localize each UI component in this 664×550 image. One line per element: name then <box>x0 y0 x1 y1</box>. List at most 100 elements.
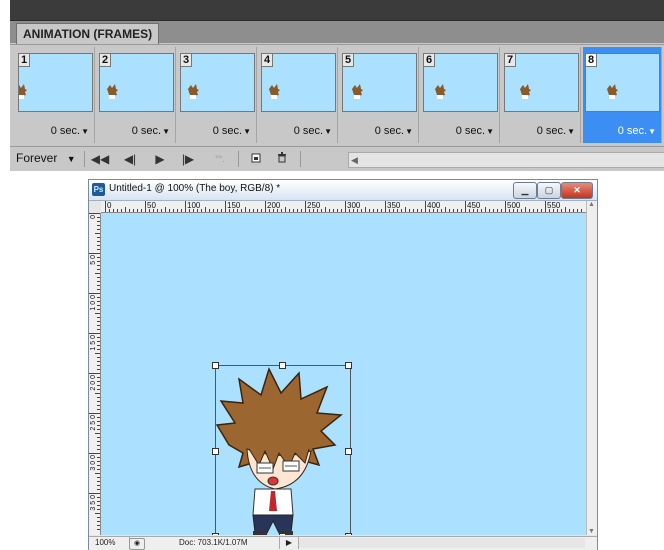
animation-frame[interactable]: 7 0 sec.▼ <box>502 47 581 143</box>
ruler-tick <box>97 257 100 258</box>
boy-thumbnail-icon <box>435 84 446 99</box>
frame-number: 7 <box>504 53 516 67</box>
ruler-label: 1 5 0 <box>90 335 97 351</box>
ruler-tick <box>221 209 222 212</box>
ruler-tick <box>497 209 498 212</box>
animation-frame-selected[interactable]: 8 0 sec.▼ <box>583 47 662 143</box>
canvas[interactable] <box>101 213 587 535</box>
loop-options-select[interactable]: Forever ▼ <box>16 151 76 165</box>
ruler-label: 2 0 0 <box>90 375 97 391</box>
maximize-button[interactable]: ▢ <box>537 182 561 199</box>
frame-delay[interactable]: 0 sec.▼ <box>375 125 413 137</box>
status-menu-icon[interactable]: ▶ <box>279 537 299 549</box>
ruler-tick <box>97 261 100 262</box>
play-icon[interactable]: ▶ <box>150 150 170 168</box>
frames-strip: 1 0 sec.▼ 2 0 sec.▼ 3 0 sec.▼ 4 0 sec.▼ <box>10 44 664 146</box>
ruler-tick <box>97 397 100 398</box>
transform-handle[interactable] <box>279 362 286 369</box>
ruler-tick <box>97 421 100 422</box>
delete-frame-icon[interactable] <box>272 150 292 168</box>
ruler-tick <box>289 209 290 212</box>
animation-frame[interactable]: 4 0 sec.▼ <box>259 47 338 143</box>
ruler-tick <box>349 209 350 212</box>
ruler-tick <box>473 209 474 212</box>
ruler-tick <box>125 207 126 212</box>
duplicate-frame-icon[interactable] <box>246 150 266 168</box>
ruler-tick <box>569 209 570 212</box>
transform-handle[interactable] <box>212 533 219 535</box>
ruler-tick <box>321 209 322 212</box>
ruler-tick <box>313 209 314 212</box>
delay-dropdown-icon[interactable]: ▼ <box>648 127 656 136</box>
delay-dropdown-icon[interactable]: ▼ <box>243 127 251 136</box>
ruler-tick <box>421 209 422 212</box>
close-button[interactable]: ✕ <box>561 182 593 199</box>
animation-frame[interactable]: 2 0 sec.▼ <box>97 47 176 143</box>
ruler-tick <box>97 305 100 306</box>
transform-bounding-box[interactable] <box>212 362 352 535</box>
chevron-down-icon[interactable]: ▼ <box>67 154 76 164</box>
document-title-bar[interactable]: Ps Untitled-1 @ 100% (The boy, RGB/8) * … <box>89 180 597 201</box>
ruler-tick <box>97 309 100 310</box>
ruler-tick <box>409 209 410 212</box>
horizontal-scrollbar[interactable] <box>299 538 585 548</box>
delay-dropdown-icon[interactable]: ▼ <box>405 127 413 136</box>
animation-frame[interactable]: 1 0 sec.▼ <box>16 47 95 143</box>
frame-delay[interactable]: 0 sec.▼ <box>51 125 89 137</box>
tab-animation-frames[interactable]: ANIMATION (FRAMES) <box>16 23 160 44</box>
delay-dropdown-icon[interactable]: ▼ <box>162 127 170 136</box>
ruler-tick <box>97 229 100 230</box>
ruler-tick <box>277 209 278 212</box>
minimize-button[interactable]: ▁ <box>513 182 537 199</box>
boy-thumbnail-icon <box>352 84 363 99</box>
animation-frame[interactable]: 3 0 sec.▼ <box>178 47 257 143</box>
frame-delay[interactable]: 0 sec.▼ <box>294 125 332 137</box>
ruler-tick <box>97 301 100 302</box>
first-frame-icon[interactable]: ◀◀ <box>90 150 110 168</box>
ruler-tick <box>133 209 134 212</box>
next-frame-icon[interactable]: |▶ <box>178 150 198 168</box>
ruler-tick <box>95 473 100 474</box>
ruler-tick <box>97 225 100 226</box>
ruler-tick <box>95 393 100 394</box>
tween-icon[interactable]: °°. <box>210 150 230 168</box>
zoom-preview-icon[interactable]: ◉ <box>129 538 145 550</box>
transform-handle[interactable] <box>345 448 352 455</box>
vertical-ruler[interactable]: 0 5 0 1 0 0 1 5 0 2 0 0 2 5 0 3 0 0 3 5 0 <box>89 213 101 535</box>
animation-frame[interactable]: 6 0 sec.▼ <box>421 47 500 143</box>
ruler-tick <box>97 357 100 358</box>
ruler-tick <box>157 209 158 212</box>
delay-dropdown-icon[interactable]: ▼ <box>486 127 494 136</box>
frame-delay[interactable]: 0 sec.▼ <box>132 125 170 137</box>
scroll-up-icon[interactable]: ▲ <box>588 201 595 208</box>
ruler-tick <box>229 209 230 212</box>
transform-handle[interactable] <box>279 533 286 535</box>
ruler-tick <box>97 217 100 218</box>
previous-frame-icon[interactable]: ◀| <box>120 150 140 168</box>
scroll-left-icon[interactable]: ◀ <box>351 153 358 167</box>
frames-scrollbar[interactable]: ◀ <box>348 152 664 168</box>
delay-dropdown-icon[interactable]: ▼ <box>567 127 575 136</box>
ruler-tick <box>353 209 354 212</box>
ruler-label: 3 5 0 <box>90 495 97 511</box>
zoom-level-field[interactable]: 100% <box>92 537 130 549</box>
scroll-down-icon[interactable]: ▼ <box>588 528 595 535</box>
ruler-tick <box>377 209 378 212</box>
ruler-tick <box>237 209 238 212</box>
frame-delay[interactable]: 0 sec.▼ <box>618 125 656 137</box>
animation-frame[interactable]: 5 0 sec.▼ <box>340 47 419 143</box>
transform-handle[interactable] <box>345 362 352 369</box>
horizontal-ruler[interactable]: 0 50 100 150 200 250 300 350 400 450 500 550 <box>101 201 587 213</box>
vertical-scrollbar[interactable]: ▲ ▼ <box>586 201 597 535</box>
delay-dropdown-icon[interactable]: ▼ <box>81 127 89 136</box>
frame-delay[interactable]: 0 sec.▼ <box>213 125 251 137</box>
ruler-tick <box>469 209 470 212</box>
transform-handle[interactable] <box>212 362 219 369</box>
frame-delay[interactable]: 0 sec.▼ <box>537 125 575 137</box>
delay-dropdown-icon[interactable]: ▼ <box>324 127 332 136</box>
frame-delay[interactable]: 0 sec.▼ <box>456 125 494 137</box>
ruler-tick <box>273 209 274 212</box>
transform-handle[interactable] <box>212 448 219 455</box>
frame-number: 3 <box>180 53 192 67</box>
transform-handle[interactable] <box>345 533 352 535</box>
